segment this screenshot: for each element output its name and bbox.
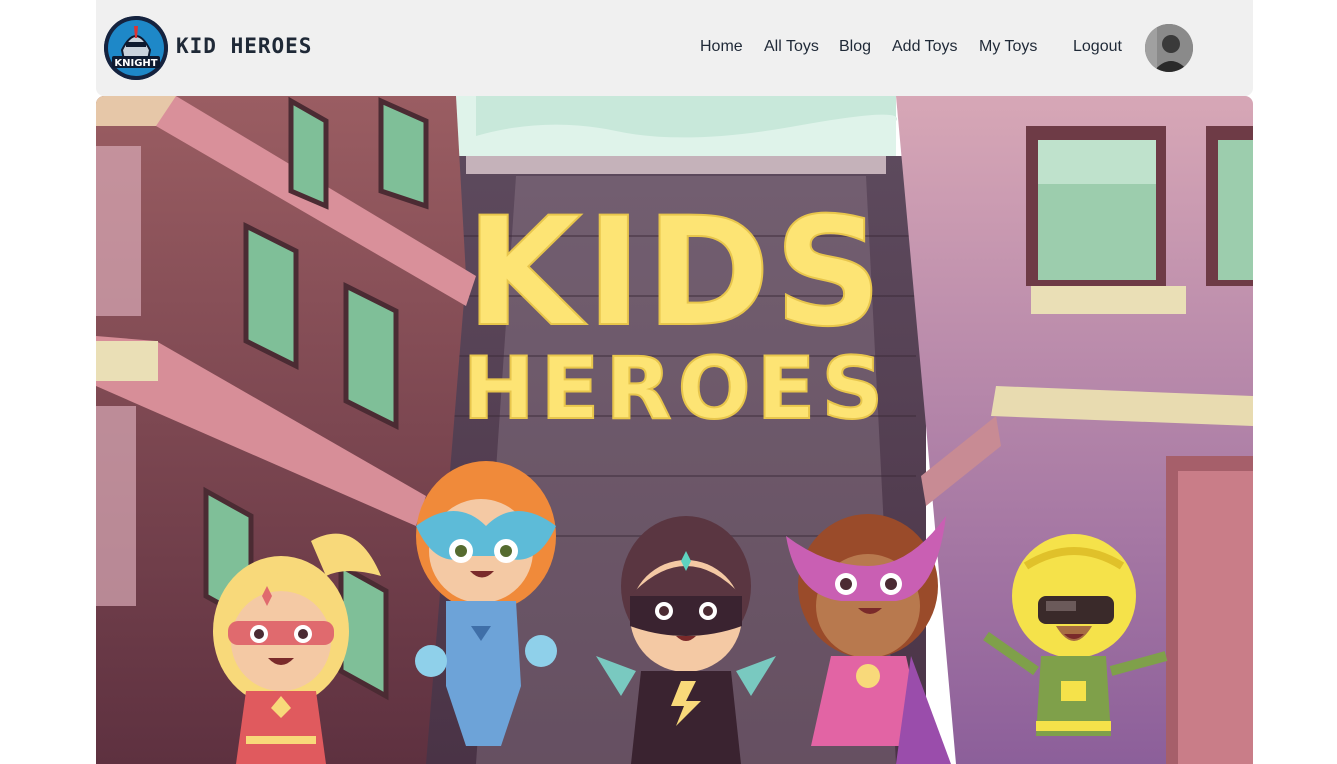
nav-blog[interactable]: Blog: [839, 38, 871, 56]
nav-home[interactable]: Home: [700, 38, 743, 56]
brand-name[interactable]: KID HEROES: [176, 34, 312, 58]
page-container: KNIGHT KID HEROES Home All Toys Blog Add…: [96, 0, 1253, 764]
user-avatar[interactable]: [1145, 24, 1193, 72]
svg-text:KNIGHT: KNIGHT: [114, 58, 157, 69]
hero-banner: KIDS HEROES: [96, 96, 1253, 764]
knight-logo-icon[interactable]: KNIGHT: [104, 16, 168, 80]
nav-add-toys[interactable]: Add Toys: [892, 38, 958, 56]
nav-all-toys[interactable]: All Toys: [764, 38, 819, 56]
logout-button[interactable]: Logout: [1073, 38, 1122, 56]
hero-title-line1: KIDS: [466, 186, 887, 360]
navbar: KNIGHT KID HEROES Home All Toys Blog Add…: [96, 0, 1253, 96]
hero-illustration: KIDS HEROES: [96, 96, 1253, 764]
nav-my-toys[interactable]: My Toys: [979, 38, 1037, 56]
hero-title-line2: HEROES: [463, 339, 890, 439]
